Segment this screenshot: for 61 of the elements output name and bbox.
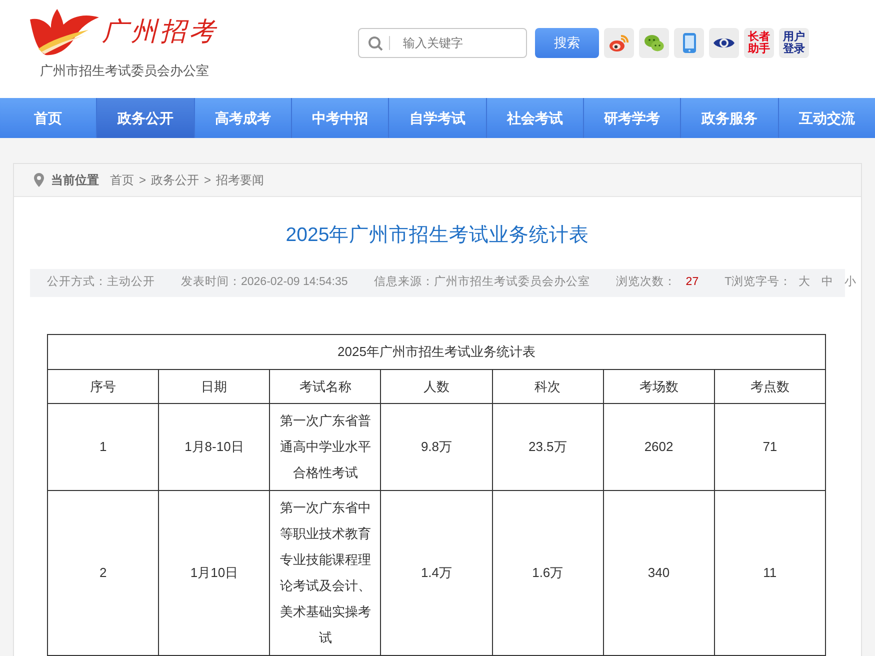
column-header: 考场数 [603,370,714,404]
column-header: 考点数 [714,370,826,404]
column-header: 科次 [492,370,604,404]
chat-bubbles-icon [644,34,664,52]
search-field[interactable]: 输入关键字 [358,28,527,58]
nav-tab[interactable]: 研考学考 [582,98,680,138]
table-title: 2025年广州市招生考试业务统计表 [48,334,826,370]
mobile-phone-icon [682,33,696,53]
flower-logo-icon [30,7,100,57]
nav-tab[interactable]: 首页 [0,98,96,138]
breadcrumb-link[interactable]: 政务公开 [151,171,200,189]
nav-tab[interactable]: 政务公开 [96,98,194,138]
eye-icon [713,36,735,50]
meta-text: 信息来源：广州市招生考试委员会办公室 [374,274,590,290]
table-cell: 第一次广东省中等职业技术教育专业技能课程理论考试及会计、美术基础实操考试 [270,490,381,656]
site-subtitle: 广州市招生考试委员会办公室 [40,64,209,77]
table-cell: 2602 [603,404,714,490]
table-cell: 1月8-10日 [158,404,270,490]
table-cell: 71 [714,404,826,490]
table-cell: 2 [48,490,159,656]
swirl-logo-icon [609,34,629,52]
column-header: 考试名称 [270,370,381,404]
column-header: 人数 [380,370,492,404]
meta-label: T浏览字号： [724,274,792,290]
meta-text: 发表时间：2026-02-09 14:54:35 [181,274,348,290]
breadcrumb-link[interactable]: 首页 [110,171,134,189]
column-header: 日期 [158,370,270,404]
table-cell: 23.5万 [492,404,604,490]
table-cell: 1 [48,404,159,490]
font-size-link[interactable]: 小 [844,274,857,292]
meta-text: 公开方式：主动公开 [47,274,155,290]
nav-tab[interactable]: 自学考试 [388,98,486,138]
font-size-link[interactable]: 中 [822,274,834,292]
breadcrumb-separator: > [204,172,212,189]
table-cell: 340 [603,490,714,656]
table-cell: 9.8万 [380,404,492,490]
search-button[interactable]: 搜索 [535,28,599,58]
location-pin-icon [34,173,44,187]
nav-tab[interactable]: 互动交流 [778,98,875,138]
table-cell: 第一次广东省普通高中学业水平合格性考试 [270,404,381,490]
table-cell: 11 [714,490,826,656]
table-cell: 1.6万 [492,490,604,656]
table-cell: 1月10日 [158,490,270,656]
quick-link[interactable] [709,28,739,58]
logo-title: 广州招考 [102,19,218,45]
search-icon [368,36,383,51]
breadcrumb-separator: > [139,172,146,189]
quick-link[interactable]: 用户登录 [779,28,809,58]
quick-link[interactable]: 长者助手 [744,28,774,58]
column-header: 序号 [48,370,159,404]
meta-label: 浏览次数： [616,274,676,290]
nav-tab[interactable]: 社会考试 [486,98,583,138]
font-size-link[interactable]: 大 [798,274,811,292]
nav-tab[interactable]: 政务服务 [680,98,778,138]
table-cell: 1.4万 [380,490,492,656]
breadcrumb-link[interactable]: 招考要闻 [216,171,264,189]
nav-tab[interactable]: 中考中招 [290,98,388,138]
view-count: 27 [686,275,699,290]
breadcrumb-label: 当前位置 [51,172,99,189]
article-title: 2025年广州市招生考试业务统计表 [286,223,590,248]
nav-tab[interactable]: 高考成考 [194,98,291,138]
